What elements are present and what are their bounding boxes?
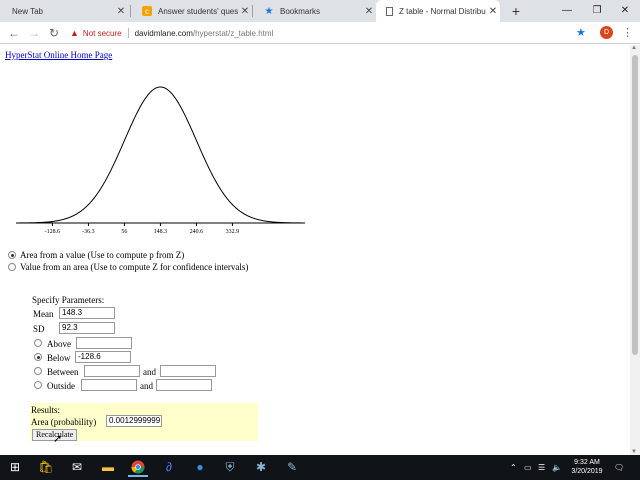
address-bar[interactable]: ▲ Not secure davidmlane.com/hyperstat/z_…: [70, 25, 590, 41]
back-button[interactable]: ←: [6, 25, 22, 41]
network-app-icon[interactable]: ✱: [251, 458, 271, 477]
outlook-icon[interactable]: ●: [190, 458, 210, 477]
radio-outside[interactable]: [34, 381, 42, 389]
omnibox-divider: [127, 28, 129, 38]
x-tick-label: 56: [121, 229, 127, 235]
area-output[interactable]: 0.0012999999: [106, 415, 162, 427]
profile-avatar[interactable]: D: [600, 26, 613, 39]
normal-curve-chart: -128.6 -36.3 56 148.3 240.6 332.9: [15, 86, 305, 235]
windows-taskbar: ⊞ 🛍 ✉ ▬ ∂ ● ⛨ ✱ ✎ ⌃ ▭ ☰ 🔈 9:32 AM 3/20/2…: [0, 455, 640, 480]
between-to-input[interactable]: [160, 365, 216, 377]
below-input[interactable]: -128.6: [75, 351, 131, 363]
url-path: /hyperstat/z_table.html: [192, 28, 274, 38]
below-label: Below: [47, 353, 71, 363]
clock-time: 9:32 AM: [574, 459, 600, 466]
between-from-input[interactable]: [84, 365, 140, 377]
params-heading: Specify Parameters:: [32, 295, 105, 305]
forward-button[interactable]: →: [26, 25, 42, 41]
warning-icon: ▲: [70, 28, 79, 38]
page-scrollbar[interactable]: ▲ ▼: [630, 45, 640, 455]
radio-between[interactable]: [34, 367, 42, 375]
mouse-cursor-icon: ➚: [53, 433, 63, 445]
restore-button[interactable]: ❐: [582, 0, 612, 22]
file-explorer-icon[interactable]: ▬: [98, 458, 118, 477]
and-label: and: [140, 381, 153, 391]
mode-option-area[interactable]: Area from a value (Use to compute p from…: [8, 250, 184, 260]
above-label: Above: [47, 339, 71, 349]
wifi-icon[interactable]: ☰: [538, 455, 545, 480]
page-content: HyperStat Online Home Page -128.6 -36.3 56…: [0, 45, 630, 455]
reload-button[interactable]: ↻: [46, 25, 62, 41]
chegg-icon: c: [142, 6, 152, 16]
star-icon: ★: [264, 5, 274, 17]
radio-area-from-value[interactable]: [8, 251, 16, 259]
browser-toolbar: ← → ↻ ▲ Not secure davidmlane.com/hypers…: [0, 22, 640, 44]
x-tick-label: 148.3: [154, 229, 168, 235]
page-icon: [386, 6, 393, 16]
tab-chegg[interactable]: c Answer students' questio ✕: [132, 0, 252, 22]
url-host: davidmlane.com: [134, 28, 193, 38]
store-icon[interactable]: 🛍: [36, 458, 56, 477]
mail-icon[interactable]: ✉: [67, 458, 87, 477]
bookmark-star-icon[interactable]: ★: [576, 25, 586, 41]
and-label: and: [143, 367, 156, 377]
tray-chevron-icon[interactable]: ⌃: [510, 455, 517, 480]
mode-option-label: Area from a value (Use to compute p from…: [20, 250, 185, 260]
radio-above[interactable]: [34, 339, 42, 347]
minimize-button[interactable]: —: [552, 0, 582, 22]
mode-option-label: Value from an area (Use to compute Z for…: [20, 262, 249, 272]
tab-title: Z table - Normal Distribu: [399, 6, 486, 16]
chrome-icon[interactable]: [128, 458, 148, 477]
close-icon[interactable]: ✕: [238, 6, 252, 17]
area-label: Area (probability): [31, 417, 97, 427]
radio-value-from-area[interactable]: [8, 263, 16, 271]
new-tab-button[interactable]: +: [508, 2, 524, 20]
home-link[interactable]: HyperStat Online Home Page: [5, 50, 112, 60]
scroll-thumb[interactable]: [632, 55, 638, 355]
tab-title: Answer students' questio: [158, 6, 238, 16]
results-heading: Results:: [31, 405, 61, 415]
app-icon[interactable]: ∂: [159, 458, 179, 477]
tab-strip: New Tab ✕ c Answer students' questio ✕ ★…: [0, 0, 640, 22]
kebab-menu-icon[interactable]: ⋮: [622, 25, 633, 41]
tab-title: Bookmarks: [280, 6, 321, 16]
windows-start-icon[interactable]: ⊞: [5, 458, 25, 477]
radio-below[interactable]: [34, 353, 42, 361]
x-tick-label: 332.9: [226, 229, 240, 235]
x-tick-label: -128.6: [45, 229, 61, 235]
tab-separator: [130, 5, 131, 17]
above-input[interactable]: [76, 337, 132, 349]
shield-app-icon[interactable]: ⛨: [220, 458, 240, 477]
density-curve: [15, 86, 305, 224]
tab-bookmarks[interactable]: ★ Bookmarks ✕: [254, 0, 376, 22]
between-label: Between: [47, 367, 79, 377]
mean-input[interactable]: 148.3: [59, 307, 115, 319]
close-icon[interactable]: ✕: [486, 6, 500, 17]
tab-title: New Tab: [12, 6, 43, 16]
close-icon[interactable]: ✕: [362, 6, 376, 17]
tab-new-tab[interactable]: New Tab ✕: [2, 0, 128, 22]
taskbar-clock[interactable]: 9:32 AM 3/20/2019: [568, 458, 606, 476]
x-tick-label: 240.6: [190, 229, 204, 235]
tab-separator: [252, 5, 253, 17]
volume-icon[interactable]: 🔈: [552, 455, 562, 480]
mean-label: Mean: [33, 309, 54, 319]
close-window-button[interactable]: ✕: [610, 0, 640, 22]
sd-input[interactable]: 92.3: [59, 322, 115, 334]
tab-z-table[interactable]: Z table - Normal Distribu ✕: [376, 0, 500, 22]
close-icon[interactable]: ✕: [114, 6, 128, 17]
mode-option-value[interactable]: Value from an area (Use to compute Z for…: [8, 262, 248, 272]
outside-from-input[interactable]: [81, 379, 137, 391]
notifications-icon[interactable]: 🗨: [614, 455, 624, 480]
outside-label: Outside: [47, 381, 75, 391]
clock-date: 3/20/2019: [571, 468, 603, 475]
network-icon[interactable]: ▭: [524, 455, 532, 480]
sd-label: SD: [33, 324, 45, 334]
security-label[interactable]: Not secure: [83, 29, 122, 38]
tools-app-icon[interactable]: ✎: [282, 458, 302, 477]
outside-to-input[interactable]: [156, 379, 212, 391]
x-tick-label: -36.3: [82, 229, 95, 235]
scroll-up-icon[interactable]: ▲: [631, 45, 637, 51]
